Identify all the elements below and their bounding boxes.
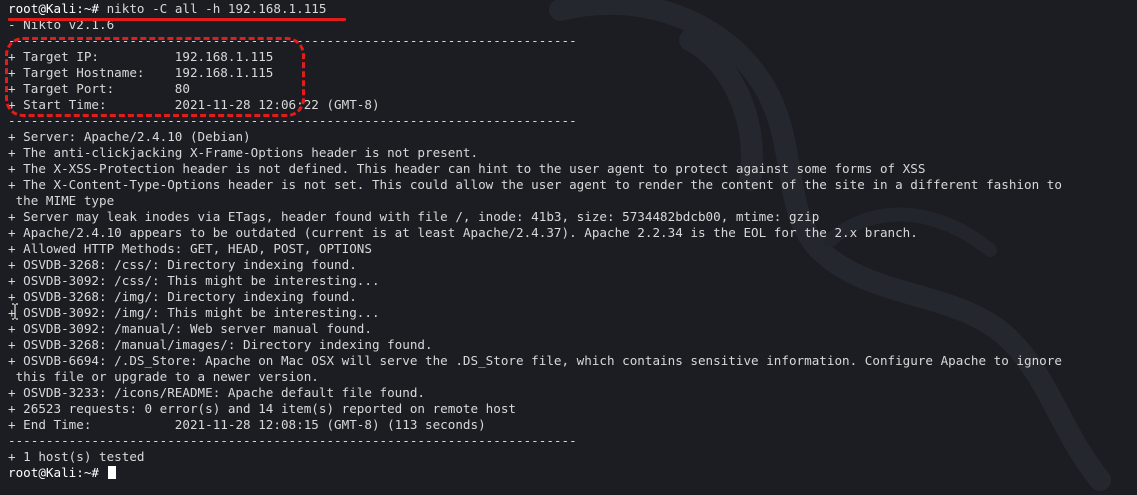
final-prompt-line[interactable]: root@Kali:~# [8, 465, 1133, 481]
output-line: + 1 host(s) tested [8, 449, 145, 464]
output-line: + OSVDB-3092: /img/: This might be inter… [8, 305, 380, 320]
output-line: + OSVDB-3268: /img/: Directory indexing … [8, 289, 357, 304]
command-text: nikto -C all -h 192.168.1.115 [106, 1, 327, 16]
output-line: + 26523 requests: 0 error(s) and 14 item… [8, 401, 516, 416]
output-line: + OSVDB-3092: /manual/: Web server manua… [8, 321, 372, 336]
output-line: + The X-XSS-Protection header is not def… [8, 161, 926, 176]
output-line: + Server may leak inodes via ETags, head… [8, 209, 820, 224]
output-line: + OSVDB-6694: /.DS_Store: Apache on Mac … [8, 353, 1062, 368]
output-line: + The X-Content-Type-Options header is n… [8, 177, 1062, 192]
final-prompt: root@Kali:~# [8, 465, 107, 480]
output-line: + OSVDB-3092: /css/: This might be inter… [8, 273, 380, 288]
command-prompt: root@Kali:~# [8, 1, 107, 16]
target-info-highlight-annotation [5, 37, 305, 117]
separator-line: ----------------------------------------… [8, 433, 577, 448]
output-line: + OSVDB-3268: /manual/images/: Directory… [8, 337, 433, 352]
output-line: + OSVDB-3268: /css/: Directory indexing … [8, 257, 357, 272]
output-line: + Server: Apache/2.4.10 (Debian) [8, 129, 251, 144]
command-underline-annotation [8, 18, 346, 21]
terminal-cursor [107, 466, 116, 479]
output-line: + The anti-clickjacking X-Frame-Options … [8, 145, 479, 160]
output-line: + OSVDB-3233: /icons/README: Apache defa… [8, 385, 426, 400]
command-line: root@Kali:~# nikto -C all -h 192.168.1.1… [8, 1, 1133, 17]
output-line: + Apache/2.4.10 appears to be outdated (… [8, 225, 918, 240]
output-line: the MIME type [8, 193, 115, 208]
output-line: + Allowed HTTP Methods: GET, HEAD, POST,… [8, 241, 372, 256]
output-line: this file or upgrade to a newer version. [8, 369, 319, 384]
output-line: + End Time: 2021-11-28 12:08:15 (GMT-8) … [8, 417, 486, 432]
